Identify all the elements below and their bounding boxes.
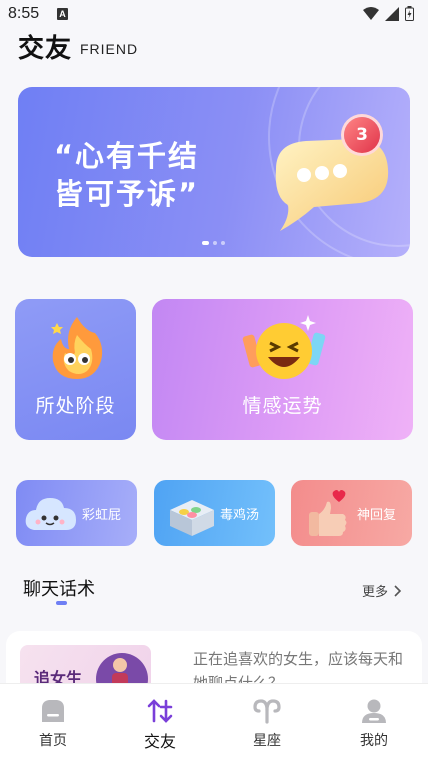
banner-badge-count: 3 (356, 125, 368, 145)
profile-icon (362, 699, 386, 723)
promo-banner[interactable]: “心有千结 皆可予诉” 3 (18, 87, 410, 257)
laughing-emoji-icon (242, 315, 326, 379)
section-underline (56, 601, 67, 605)
tab-bar: 首页 交友 星座 我的 (0, 683, 428, 760)
stage-card-label: 所处阶段 (35, 395, 116, 417)
soup-card-label: 毒鸡汤 (220, 508, 260, 523)
battery-icon (405, 6, 414, 21)
cloud-mascot-icon (25, 498, 76, 530)
soup-card[interactable]: 毒鸡汤 (154, 480, 275, 546)
page-title: 交友 (18, 34, 73, 64)
banner-line-2: 皆可予诉” (54, 177, 200, 211)
banner-line-1: “心有千结 (54, 139, 200, 173)
tab-profile-label: 我的 (360, 733, 388, 749)
home-icon (42, 700, 64, 722)
fire-mascot-icon (51, 317, 103, 379)
aries-icon (253, 699, 281, 724)
tab-home[interactable]: 首页 (13, 698, 93, 750)
tab-zodiac[interactable]: 星座 (227, 698, 307, 750)
reply-card[interactable]: 神回复 (291, 480, 412, 546)
banner-badge: 3 (344, 117, 380, 153)
status-bar: 8:55 A (0, 0, 428, 30)
page-subtitle: FRIEND (80, 41, 139, 57)
friend-icon (147, 699, 173, 723)
more-link-label: 更多 (362, 585, 389, 600)
emotion-card-label: 情感运势 (242, 395, 323, 417)
status-time: 8:55 (8, 5, 40, 22)
tab-home-label: 首页 (39, 733, 67, 749)
emotion-card[interactable]: 情感运势 (152, 299, 413, 440)
rainbow-card[interactable]: 彩虹屁 (16, 480, 137, 546)
signal-icon (385, 6, 399, 21)
pagination-dot[interactable] (213, 241, 217, 245)
notification-icon: A (57, 8, 68, 20)
status-icons (363, 6, 414, 21)
more-link[interactable]: 更多 (362, 581, 402, 600)
stage-card[interactable]: 所处阶段 (15, 299, 136, 440)
wifi-icon (363, 6, 379, 20)
thumbs-up-icon (309, 490, 347, 536)
section-title: 聊天话术 (23, 579, 95, 600)
tab-friend-label: 交友 (143, 732, 176, 751)
pagination-dot[interactable] (221, 241, 225, 245)
tab-zodiac-label: 星座 (253, 733, 281, 749)
reply-card-label: 神回复 (357, 508, 397, 523)
pagination-dot-active[interactable] (202, 241, 209, 245)
chat-bubble-icon (275, 139, 389, 231)
pill-box-icon (170, 500, 214, 536)
rainbow-card-label: 彩虹屁 (82, 508, 122, 523)
chevron-right-icon (394, 584, 402, 597)
banner-pagination (202, 241, 225, 245)
banner-slogan: “心有千结 皆可予诉” (54, 137, 199, 213)
tab-profile[interactable]: 我的 (334, 698, 414, 750)
tab-friend[interactable]: 交友 (120, 698, 200, 752)
